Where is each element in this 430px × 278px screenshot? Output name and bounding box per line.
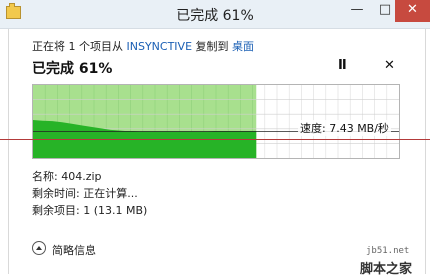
detail-time: 剩余时间: 正在计算... (32, 185, 147, 202)
time-value: 正在计算... (83, 187, 138, 200)
speed-label: 速度: 7.43 MB/秒 (298, 120, 391, 136)
watermark-brand: 脚本之家 (360, 262, 413, 277)
items-label: 剩余项目: (32, 204, 80, 217)
progress-heading: 已完成 61% (32, 61, 113, 77)
close-button[interactable]: ✕ (395, 0, 430, 22)
details-section: 名称: 404.zip 剩余时间: 正在计算... 剩余项目: 1 (13.1 … (32, 168, 147, 219)
destination-link[interactable]: 桌面 (232, 40, 254, 53)
detail-items: 剩余项目: 1 (13.1 MB) (32, 202, 147, 219)
title-bar: 已完成 61% — □ ✕ (0, 0, 430, 29)
watermark-site: jb51.net (366, 246, 410, 256)
pause-button[interactable]: II (338, 58, 347, 73)
copy-description: 正在将 1 个项目从 INSYNCTIVE 复制到 桌面 (32, 38, 254, 54)
speed-reference-line (0, 139, 430, 140)
copy-middle: 复制到 (192, 40, 233, 53)
time-label: 剩余时间: (32, 187, 80, 200)
copy-prefix: 正在将 1 个项目从 (32, 40, 127, 53)
detail-name: 名称: 404.zip (32, 168, 147, 185)
source-link[interactable]: INSYNCTIVE (127, 40, 193, 53)
name-value: 404.zip (61, 170, 102, 183)
fewer-details-button[interactable]: 简略信息 (52, 242, 96, 258)
items-value: 1 (13.1 MB) (83, 204, 148, 217)
chevron-up-icon[interactable] (32, 241, 46, 255)
name-label: 名称: (32, 170, 58, 183)
cancel-button[interactable]: ✕ (384, 58, 395, 73)
